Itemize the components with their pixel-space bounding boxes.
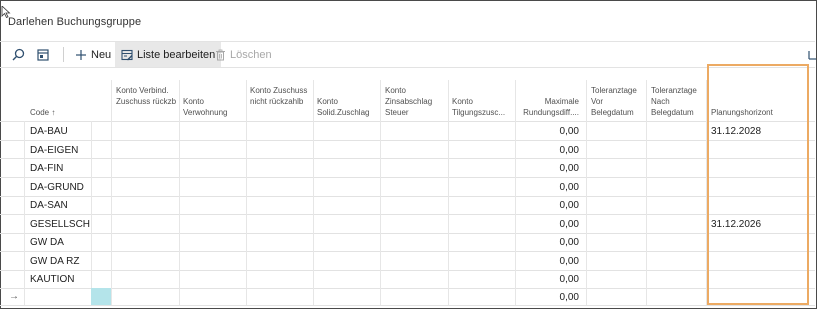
row-max-rundung[interactable]: 0,00 (517, 163, 579, 174)
row-divider (0, 214, 815, 215)
row-divider (0, 121, 815, 122)
column-divider (179, 80, 180, 305)
new-row-arrow-icon: → (9, 291, 19, 302)
row-max-rundung[interactable]: 0,00 (517, 182, 579, 193)
row-code[interactable]: GW DA (30, 237, 64, 248)
row-code[interactable]: GW DA RZ (30, 256, 79, 267)
column-header-konto-verbind[interactable]: Konto Verbind. Zuschuss rückzb (116, 85, 178, 107)
row-code[interactable]: DA-SAN (30, 200, 68, 211)
column-header-konto-tilgung[interactable]: Konto Tilgungszusc... (452, 96, 514, 118)
row-max-rundung[interactable]: 0,00 (517, 292, 579, 303)
column-header-code[interactable]: Code ↑ (30, 107, 55, 118)
column-header-toleranz-nach[interactable]: Toleranztage Nach Belegdatum (651, 85, 705, 118)
row-max-rundung[interactable]: 0,00 (517, 274, 579, 285)
row-divider (0, 177, 815, 178)
row-code[interactable]: DA-BAU (30, 126, 68, 137)
column-header-konto-zuschuss[interactable]: Konto Zuschuss nicht rückzahlb (250, 85, 312, 107)
row-code[interactable]: DA-GRUND (30, 182, 84, 193)
column-header-max-rundung[interactable]: Maximale Rundungsdiff.... (517, 96, 579, 118)
row-divider (0, 288, 815, 289)
column-divider (91, 121, 92, 305)
row-divider (0, 158, 815, 159)
row-max-rundung[interactable]: 0,00 (517, 219, 579, 230)
row-code[interactable]: DA-FIN (30, 163, 63, 174)
column-header-konto-verwohnung[interactable]: Konto Verwohnung (183, 96, 243, 118)
column-divider (586, 80, 587, 305)
row-divider (0, 270, 815, 271)
column-divider (646, 80, 647, 305)
column-divider (24, 121, 25, 305)
column-divider (313, 80, 314, 305)
row-max-rundung[interactable]: 0,00 (517, 126, 579, 137)
column-header-toleranz-vor[interactable]: Toleranztage Vor Belegdatum (591, 85, 645, 118)
column-divider (380, 80, 381, 305)
row-max-rundung[interactable]: 0,00 (517, 145, 579, 156)
column-divider (448, 80, 449, 305)
row-divider (0, 196, 815, 197)
row-divider (0, 140, 815, 141)
row-divider (0, 233, 815, 234)
column-divider (246, 80, 247, 305)
row-divider (0, 251, 815, 252)
row-divider (0, 305, 815, 306)
column-highlight-box (707, 64, 809, 305)
row-max-rundung[interactable]: 0,00 (517, 200, 579, 211)
row-code[interactable]: KAUTION (30, 274, 74, 285)
selected-cell[interactable] (91, 288, 111, 305)
row-code[interactable]: GESELLSCH (30, 219, 90, 230)
column-divider (111, 80, 112, 305)
row-code[interactable]: DA-EIGEN (30, 145, 78, 156)
column-header-konto-solid[interactable]: Konto Solid.Zuschlag (317, 96, 379, 118)
row-max-rundung[interactable]: 0,00 (517, 256, 579, 267)
row-max-rundung[interactable]: 0,00 (517, 237, 579, 248)
data-grid: Code ↑ Konto Verbind. Zuschuss rückzb Ko… (0, 0, 815, 307)
column-header-konto-zinsabschlag[interactable]: Konto Zinsabschlag Steuer (385, 85, 447, 118)
column-divider (515, 80, 516, 305)
